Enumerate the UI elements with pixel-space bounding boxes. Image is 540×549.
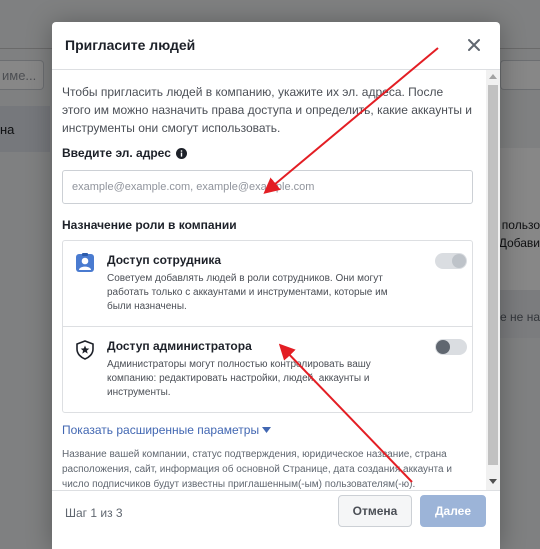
email-label-text: Введите эл. адрес	[62, 146, 171, 160]
scroll-up-arrow-icon[interactable]	[489, 74, 497, 79]
admin-role-description: Администраторы могут полностью контролир…	[107, 359, 371, 398]
role-heading: Назначение роли в компании	[62, 218, 237, 232]
next-button[interactable]: Далее	[420, 495, 486, 527]
admin-role-toggle[interactable]	[435, 339, 467, 355]
info-icon[interactable]	[175, 147, 187, 159]
email-input[interactable]	[62, 170, 473, 204]
intro-text: Чтобы пригласить людей в компанию, укажи…	[62, 85, 473, 135]
advanced-description: Название вашей компании, статус подтверж…	[62, 449, 452, 490]
show-advanced-options-link[interactable]: Показать расширенные параметры	[62, 423, 272, 437]
scroll-down-arrow-icon[interactable]	[489, 479, 497, 484]
email-label: Введите эл. адрес	[62, 146, 187, 160]
employee-role-toggle[interactable]	[435, 253, 467, 269]
dialog-title: Пригласите людей	[65, 37, 196, 53]
dialog-body[interactable]: Чтобы пригласить людей в компанию, укажи…	[52, 70, 486, 490]
close-icon[interactable]	[465, 36, 483, 54]
roles-list: Доступ сотрудника Советуем добавлять люд…	[62, 240, 473, 413]
admin-role-title: Доступ администратора	[107, 339, 252, 353]
employee-toggle-knob	[452, 254, 466, 268]
dialog-footer: Шаг 1 из 3 Отмена Далее	[52, 490, 500, 549]
cancel-button[interactable]: Отмена	[338, 495, 412, 527]
role-employee: Доступ сотрудника Советуем добавлять люд…	[63, 241, 472, 327]
dialog-header: Пригласите людей	[52, 22, 500, 70]
admin-toggle-knob	[436, 340, 450, 354]
employee-role-description: Советуем добавлять людей в роли сотрудни…	[107, 273, 388, 312]
employee-role-title: Доступ сотрудника	[107, 253, 222, 267]
invite-people-dialog: Пригласите людей Чтобы пригласить людей …	[52, 22, 500, 549]
role-admin: Доступ администратора Администраторы мог…	[63, 327, 472, 413]
advanced-link-text: Показать расширенные параметры	[62, 423, 260, 437]
caret-down-icon	[262, 427, 272, 433]
admin-shield-icon	[76, 340, 94, 360]
employee-badge-icon	[76, 253, 94, 272]
dialog-scrollbar[interactable]	[486, 70, 500, 490]
step-indicator: Шаг 1 из 3	[65, 506, 123, 520]
scrollbar-thumb[interactable]	[488, 85, 498, 465]
